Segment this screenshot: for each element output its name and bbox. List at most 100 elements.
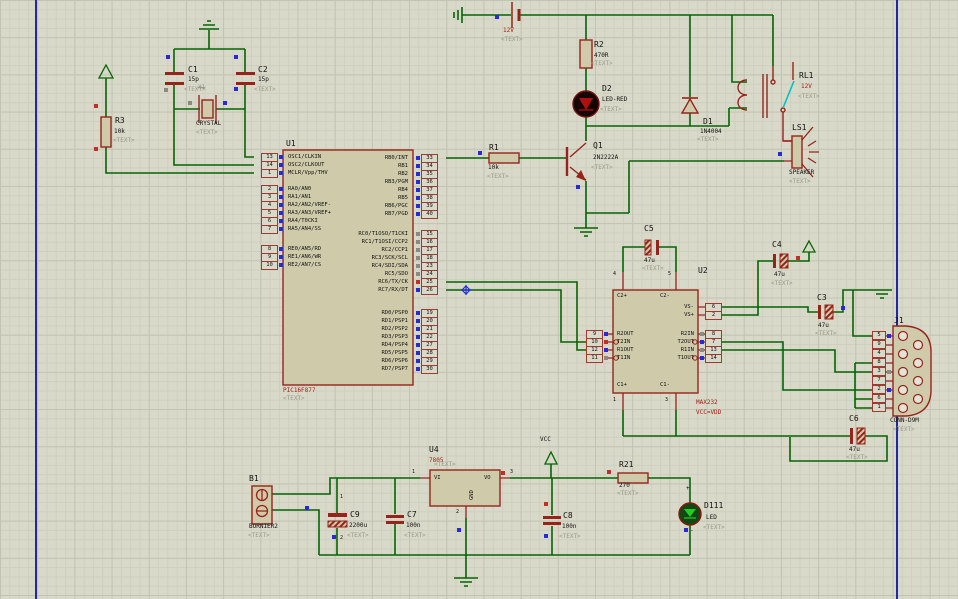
- d1-value[interactable]: 1N4004: [700, 129, 722, 135]
- x1-body[interactable]: [201, 99, 214, 119]
- r1-text[interactable]: <TEXT>: [487, 174, 509, 180]
- ls1-text[interactable]: <TEXT>: [789, 179, 811, 185]
- u2-left-pins[interactable]: 9 10 12 11: [584, 329, 608, 363]
- b1-ref[interactable]: B1: [249, 475, 259, 483]
- r3-body[interactable]: [100, 116, 112, 148]
- c5-ref[interactable]: C5: [644, 225, 654, 233]
- r3-text[interactable]: <TEXT>: [113, 138, 135, 144]
- d1-ref[interactable]: D1: [703, 118, 713, 126]
- rl1-value[interactable]: 12V: [801, 84, 812, 90]
- u1-right-pins-g2[interactable]: 15 16 17 18 23 24 25 26: [416, 229, 446, 295]
- c7-value[interactable]: 100n: [406, 523, 420, 529]
- c9-text[interactable]: <TEXT>: [347, 533, 369, 539]
- x1-value[interactable]: CRYSTAL: [196, 121, 221, 127]
- u2-right-pins-b[interactable]: 8 7 13 14: [700, 329, 724, 363]
- u1-text[interactable]: <TEXT>: [283, 396, 305, 402]
- c8-value[interactable]: 100n: [562, 524, 576, 530]
- rl1-text[interactable]: <TEXT>: [798, 94, 820, 100]
- d111-symbol[interactable]: [678, 502, 702, 526]
- c7-ref[interactable]: C7: [407, 511, 417, 519]
- q1-ref[interactable]: Q1: [593, 142, 603, 150]
- c9-ref[interactable]: C9: [350, 511, 360, 519]
- q1-value[interactable]: 2N2222A: [593, 155, 618, 161]
- r3-ref[interactable]: R3: [115, 117, 125, 125]
- u2-part[interactable]: MAX232: [696, 400, 718, 406]
- r21-value[interactable]: 270: [619, 483, 630, 489]
- vcc-label[interactable]: VCC: [540, 437, 551, 443]
- c7-text[interactable]: <TEXT>: [404, 533, 426, 539]
- u2-right-pins-a[interactable]: 62: [700, 302, 724, 320]
- b1-value[interactable]: BORNIER2: [249, 524, 278, 530]
- x1-text[interactable]: <TEXT>: [196, 130, 218, 136]
- r2-value[interactable]: 470R: [594, 53, 608, 59]
- d2-symbol[interactable]: [572, 90, 600, 118]
- j1-text[interactable]: <TEXT>: [893, 427, 915, 433]
- capacitor-plates[interactable]: [165, 72, 853, 525]
- c6-text[interactable]: <TEXT>: [846, 455, 868, 461]
- r1-ref[interactable]: R1: [489, 144, 499, 152]
- c2-text[interactable]: <TEXT>: [254, 87, 276, 93]
- c5-value[interactable]: 47u: [644, 258, 655, 264]
- ls1-value[interactable]: SPEAKER: [789, 170, 814, 176]
- ls1-body[interactable]: [791, 135, 803, 169]
- battery-text[interactable]: <TEXT>: [501, 37, 523, 43]
- d1-symbol[interactable]: [680, 97, 700, 114]
- c2-ref[interactable]: C2: [258, 66, 268, 74]
- d111-value[interactable]: LED: [706, 515, 717, 521]
- u1-right-pins-g1[interactable]: 33 34 35 36 37 38 39 40: [416, 153, 446, 219]
- c3-ref[interactable]: C3: [817, 294, 827, 302]
- d111-ref[interactable]: D111: [704, 502, 723, 510]
- u4-ref[interactable]: U4: [429, 446, 439, 454]
- c1-value[interactable]: 15p: [188, 77, 199, 83]
- u1-part[interactable]: PIC16F877: [283, 388, 316, 394]
- r2-ref[interactable]: R2: [594, 41, 604, 49]
- d111-text[interactable]: <TEXT>: [703, 525, 725, 531]
- c5-text[interactable]: <TEXT>: [642, 266, 664, 272]
- r3-value[interactable]: 10k: [114, 129, 125, 135]
- r2-text[interactable]: <TEXT>: [591, 61, 613, 67]
- c8-text[interactable]: <TEXT>: [559, 534, 581, 540]
- u1-left-pins-g1[interactable]: 13 14 1: [253, 152, 283, 178]
- j1-ref[interactable]: J1: [894, 317, 904, 325]
- ls1-ref[interactable]: LS1: [792, 124, 806, 132]
- c6-ref[interactable]: C6: [849, 415, 859, 423]
- rl1-ref[interactable]: RL1: [799, 72, 813, 80]
- r1-value[interactable]: 10k: [488, 165, 499, 171]
- r21-ref[interactable]: R21: [619, 461, 633, 469]
- wiring-layer[interactable]: [0, 0, 958, 599]
- c3-text[interactable]: <TEXT>: [815, 331, 837, 337]
- u1-left-pins-g2[interactable]: 234567: [253, 184, 283, 234]
- d2-ref[interactable]: D2: [602, 85, 612, 93]
- c4-value[interactable]: 47u: [774, 272, 785, 278]
- d2-value[interactable]: LED-RED: [602, 97, 627, 103]
- u2-pin3-number: 3: [665, 397, 669, 403]
- u1-right-pins-g3[interactable]: 19 20 21 22 27 28 29 30: [416, 308, 446, 374]
- u1-left-pins-g3[interactable]: 8 9 10: [253, 244, 283, 270]
- u2-ref[interactable]: U2: [698, 267, 708, 275]
- j1-value[interactable]: CONN-D9M: [890, 418, 919, 424]
- c4-ref[interactable]: C4: [772, 241, 782, 249]
- d2-text[interactable]: <TEXT>: [600, 107, 622, 113]
- battery-value[interactable]: 12V: [503, 28, 514, 34]
- q1-symbol[interactable]: [565, 142, 587, 181]
- q1-text[interactable]: <TEXT>: [591, 165, 613, 171]
- rl1-symbol[interactable]: [737, 62, 794, 142]
- c8-ref[interactable]: C8: [563, 512, 573, 520]
- c2-value[interactable]: 15p: [258, 77, 269, 83]
- u4-text[interactable]: <TEXT>: [434, 462, 456, 468]
- d1-text[interactable]: <TEXT>: [697, 137, 719, 143]
- battery-symbol[interactable]: [511, 2, 521, 28]
- relay-lever[interactable]: [782, 80, 795, 109]
- c9-value[interactable]: 2200u: [349, 523, 367, 529]
- c3-value[interactable]: 47u: [818, 323, 829, 329]
- c1-ref[interactable]: C1: [188, 66, 198, 74]
- u2-note[interactable]: VCC=VDD: [696, 410, 721, 416]
- b1-text[interactable]: <TEXT>: [248, 533, 270, 539]
- j1-pins[interactable]: 594837261: [872, 331, 891, 412]
- r21-text[interactable]: <TEXT>: [617, 491, 639, 497]
- r1-body[interactable]: [488, 152, 520, 164]
- c6-value[interactable]: 47u: [849, 447, 860, 453]
- c4-text[interactable]: <TEXT>: [771, 281, 793, 287]
- u1-ref[interactable]: U1: [286, 140, 296, 148]
- x1-ref[interactable]: X1: [198, 85, 205, 91]
